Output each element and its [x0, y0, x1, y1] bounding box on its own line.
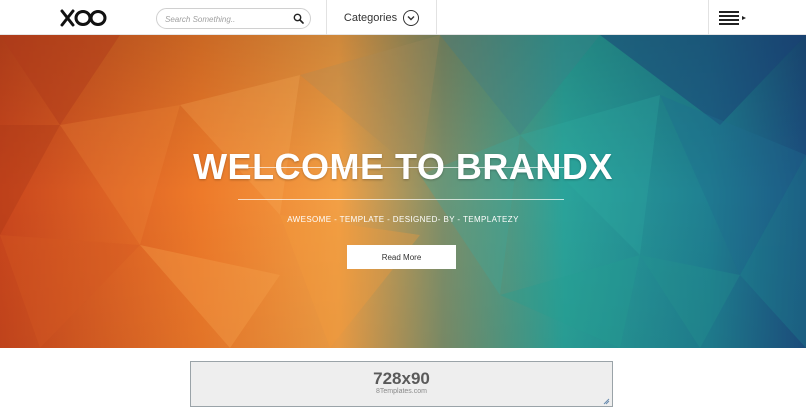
- search-icon[interactable]: [293, 13, 304, 24]
- ad-size-label: 728x90: [373, 369, 430, 388]
- search-input[interactable]: [165, 12, 285, 26]
- title-divider-bottom: [238, 199, 564, 200]
- header-divider: [436, 0, 437, 35]
- polygon-background: [0, 35, 806, 348]
- xoo-logo-icon[interactable]: [60, 8, 108, 28]
- read-more-button[interactable]: Read More: [347, 245, 456, 269]
- search-box: [156, 8, 311, 29]
- ad-source-label: 8Templates.com: [376, 388, 427, 395]
- top-navigation-bar: Categories: [0, 0, 806, 35]
- chevron-down-icon: [403, 9, 420, 26]
- title-divider-top: [238, 167, 564, 168]
- advertisement-banner[interactable]: 728x90 8Templates.com: [190, 361, 613, 407]
- ad-info-icon[interactable]: [603, 398, 610, 405]
- hero-banner: WELCOME TO BRANDX AWESOME - TEMPLATE - D…: [0, 35, 806, 348]
- hamburger-menu-icon: [719, 10, 746, 25]
- hero-subtitle: AWESOME - TEMPLATE - DESIGNED- BY - TEMP…: [287, 215, 519, 224]
- categories-dropdown[interactable]: Categories: [327, 0, 436, 35]
- hamburger-menu-button[interactable]: [709, 0, 757, 35]
- categories-label: Categories: [343, 11, 398, 24]
